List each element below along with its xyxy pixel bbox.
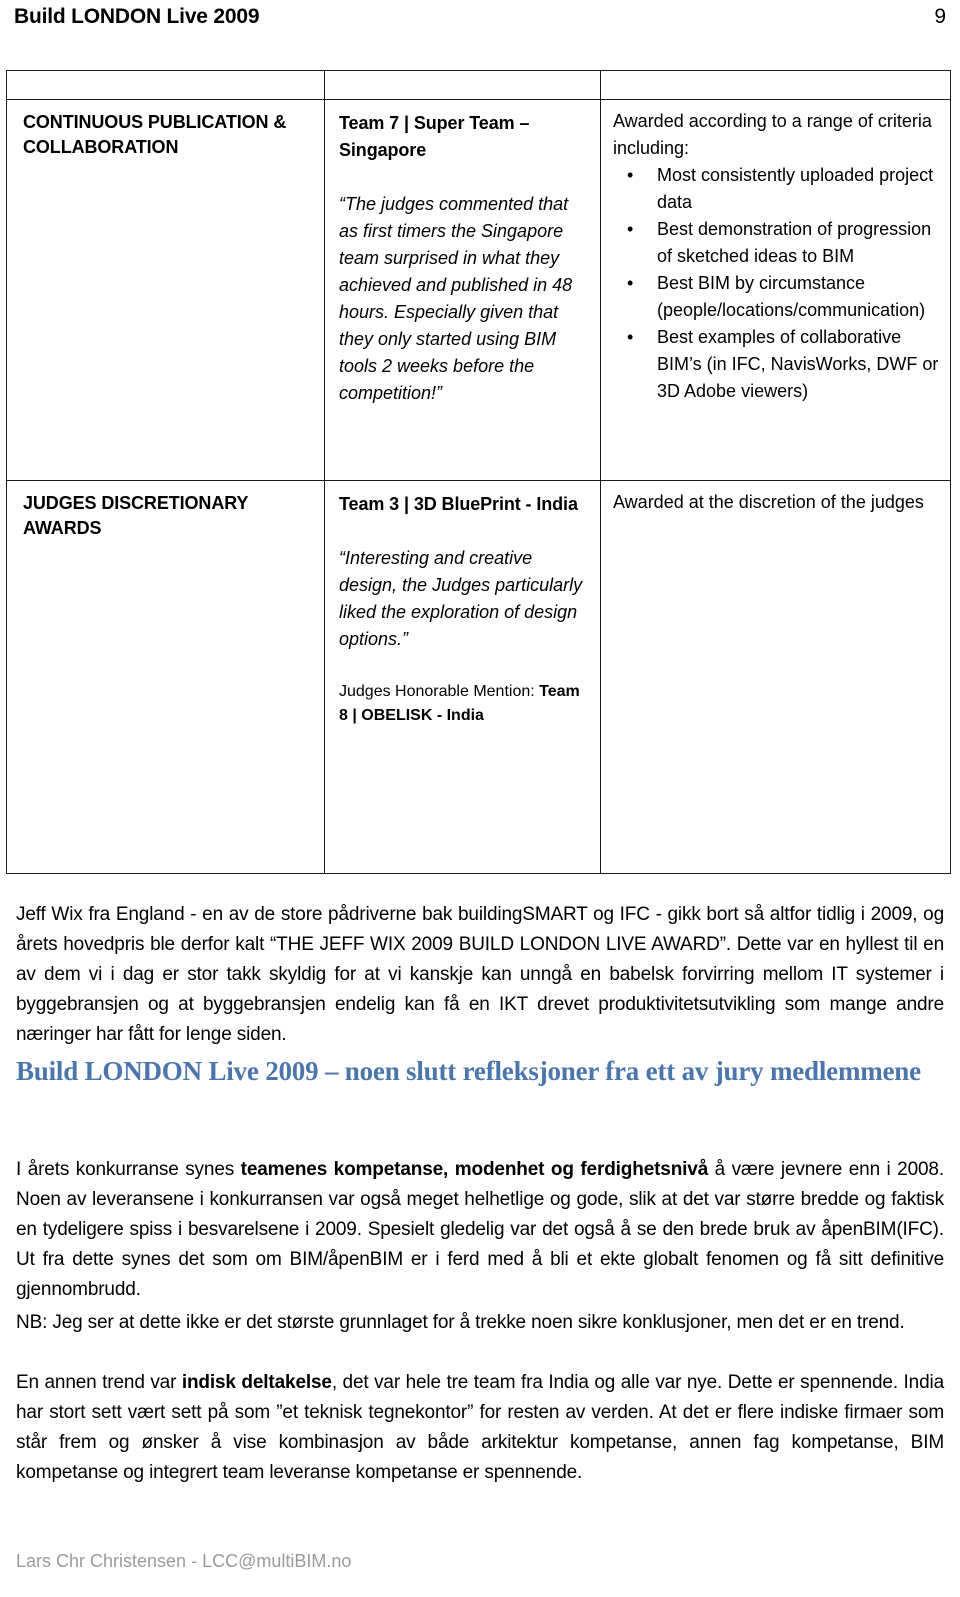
- criteria-intro: Awarded according to a range of criteria…: [613, 111, 932, 158]
- page-footer: Lars Chr Christensen - LCC@multiBIM.no: [16, 1551, 352, 1571]
- award-category-cell: CONTINUOUS PUBLICATION & COLLABORATION: [6, 99, 325, 481]
- criteria-text: Best BIM by circumstance (people/locatio…: [657, 273, 926, 320]
- criteria-text: Most consistently uploaded project data: [657, 165, 934, 212]
- running-header: Build LONDON Live 2009 9: [14, 4, 946, 38]
- table-row: CONTINUOUS PUBLICATION & COLLABORATION T…: [6, 99, 951, 481]
- table-row: JUDGES DISCRETIONARY AWARDS Team 3 | 3D …: [6, 480, 951, 874]
- award-criteria-cell: Awarded at the discretion of the judges: [600, 480, 951, 874]
- para2-tail: å være jevnere enn i 2008. Noen av lever…: [16, 1159, 944, 1300]
- para2-emphasis: teamenes kompetanse, modenhet og ferdigh…: [240, 1159, 709, 1180]
- reflection-paragraph-2: NB: Jeg ser at dette ikke er det største…: [16, 1312, 905, 1333]
- bullet-icon: •: [627, 273, 634, 293]
- honorable-mention-prefix: Judges Honorable Mention:: [339, 683, 540, 700]
- criteria-text: Best examples of collaborative BIM’s (in…: [657, 327, 939, 401]
- reflection-paragraph-3-block: En annen trend var indisk deltakelse, de…: [16, 1368, 944, 1488]
- section-heading: Build LONDON Live 2009 – noen slutt refl…: [16, 1056, 921, 1086]
- list-item: • Best BIM by circumstance (people/locat…: [613, 270, 940, 324]
- table-spacer-cell-3: [600, 70, 951, 100]
- criteria-intro: Awarded at the discretion of the judges: [613, 492, 924, 512]
- judges-quote: “Interesting and creative design, the Ju…: [339, 548, 583, 649]
- winning-team-label: Team 7 | Super Team – Singapore: [339, 113, 530, 160]
- para4-lead: En annen trend var: [16, 1372, 182, 1393]
- intro-paragraph: Jeff Wix fra England - en av de store på…: [16, 904, 944, 1045]
- document-page: Build LONDON Live 2009 9 CONTINUOUS PUBL…: [0, 0, 960, 1597]
- para2-lead: I årets konkurranse synes: [16, 1159, 241, 1180]
- award-category-label: CONTINUOUS PUBLICATION & COLLABORATION: [23, 112, 287, 157]
- winning-team-label: Team 3 | 3D BluePrint - India: [339, 494, 578, 514]
- award-category-cell: JUDGES DISCRETIONARY AWARDS: [6, 480, 325, 874]
- award-criteria-cell: Awarded according to a range of criteria…: [600, 99, 951, 481]
- reflection-paragraph-1-block: I årets konkurranse synes teamenes kompe…: [16, 1155, 944, 1305]
- honorable-mention: Judges Honorable Mention: Team 8 | OBELI…: [339, 680, 586, 728]
- judges-quote: “The judges commented that as first time…: [339, 194, 573, 403]
- reflection-paragraph-2-block: NB: Jeg ser at dette ikke er det største…: [16, 1308, 944, 1338]
- award-winner-cell: Team 3 | 3D BluePrint - India “Interesti…: [324, 480, 601, 874]
- page-number: 9: [934, 5, 946, 28]
- table-spacer-cell-1: [6, 70, 325, 100]
- table-spacer-cell-2: [324, 70, 601, 100]
- bullet-icon: •: [627, 165, 634, 185]
- page-title: Build LONDON Live 2009: [14, 5, 260, 28]
- list-item: • Best demonstration of progression of s…: [613, 216, 940, 270]
- reflection-paragraph-1: I årets konkurranse synes teamenes kompe…: [16, 1155, 944, 1305]
- list-item: • Most consistently uploaded project dat…: [613, 162, 940, 216]
- bullet-icon: •: [627, 219, 634, 239]
- criteria-text: Best demonstration of progression of ske…: [657, 219, 932, 266]
- para4-emphasis: indisk deltakelse: [181, 1372, 332, 1393]
- table-spacer-row: [6, 70, 951, 100]
- criteria-list: • Most consistently uploaded project dat…: [613, 162, 940, 405]
- bullet-icon: •: [627, 327, 634, 347]
- award-winner-cell: Team 7 | Super Team – Singapore “The jud…: [324, 99, 601, 481]
- awards-table: CONTINUOUS PUBLICATION & COLLABORATION T…: [6, 70, 951, 874]
- intro-paragraph-block: Jeff Wix fra England - en av de store på…: [16, 900, 944, 1050]
- reflection-paragraph-3: En annen trend var indisk deltakelse, de…: [16, 1368, 944, 1488]
- award-category-label: JUDGES DISCRETIONARY AWARDS: [23, 493, 249, 538]
- list-item: • Best examples of collaborative BIM’s (…: [613, 324, 940, 405]
